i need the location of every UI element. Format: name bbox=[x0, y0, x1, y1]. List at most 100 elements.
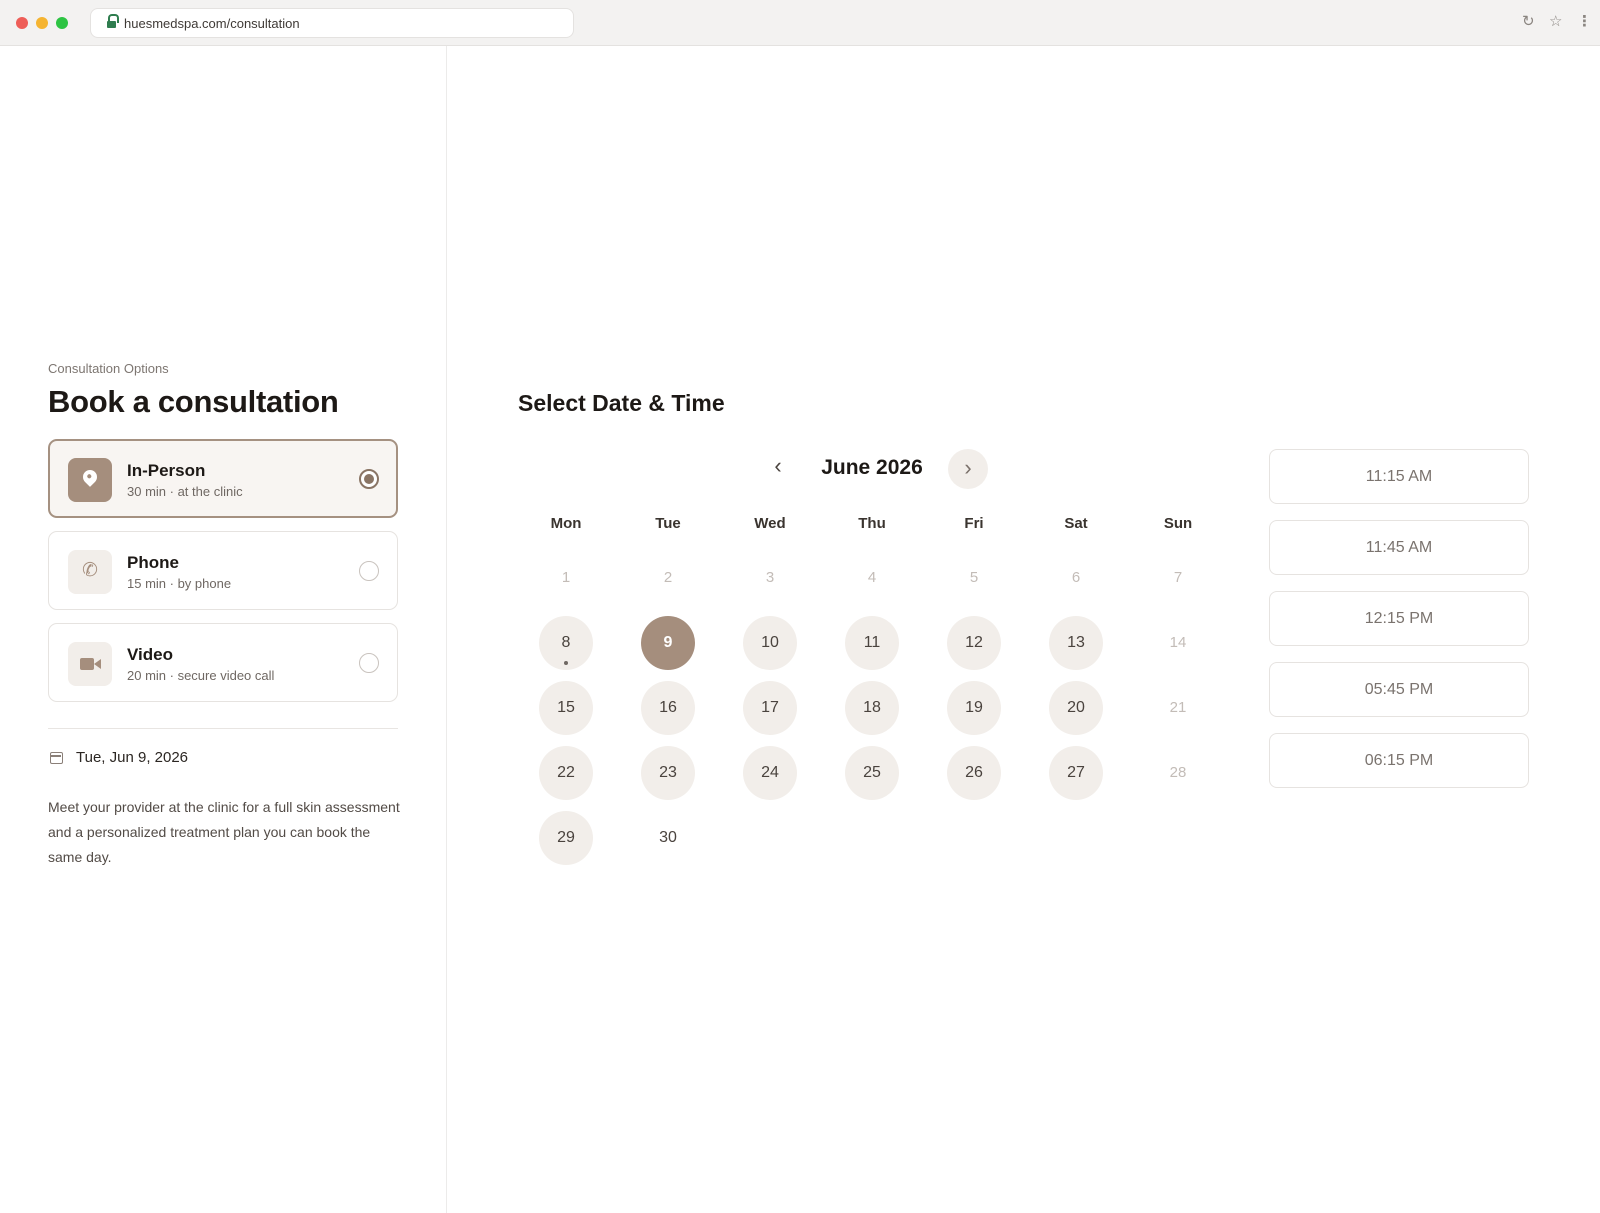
time-slot-button[interactable]: 11:15 AM bbox=[1269, 449, 1529, 504]
today-indicator-dot bbox=[564, 661, 568, 665]
calendar-day[interactable]: 23 bbox=[641, 746, 695, 800]
address-bar[interactable]: huesmedspa.com/consultation bbox=[90, 8, 574, 38]
calendar-day[interactable]: 11 bbox=[845, 616, 899, 670]
day-number: 14 bbox=[1169, 634, 1187, 651]
calendar-day[interactable]: 22 bbox=[539, 746, 593, 800]
option-radio[interactable] bbox=[359, 561, 379, 581]
month-label: June 2026 bbox=[821, 456, 923, 479]
option-video[interactable]: Video 20 min · secure video call bbox=[48, 623, 398, 702]
option-title: Video bbox=[127, 645, 173, 664]
option-description: Meet your provider at the clinic for a f… bbox=[48, 799, 400, 865]
chevron-right-icon: › bbox=[964, 455, 972, 480]
video-camera-icon bbox=[68, 642, 112, 686]
eyebrow-label: Consultation Options bbox=[48, 361, 169, 376]
calendar-day[interactable]: 27 bbox=[1049, 746, 1103, 800]
option-subtitle: 20 min · secure video call bbox=[127, 668, 275, 683]
calendar-day[interactable]: 19 bbox=[947, 681, 1001, 735]
day-number: 26 bbox=[965, 764, 983, 781]
day-number: 11 bbox=[863, 634, 881, 651]
option-phone[interactable]: ✆ Phone 15 min · by phone bbox=[48, 531, 398, 610]
day-number: 16 bbox=[659, 699, 677, 716]
consultation-options-panel: Consultation Options Book a consultation… bbox=[0, 46, 447, 1213]
divider bbox=[48, 728, 398, 729]
day-number: 24 bbox=[761, 764, 779, 781]
calendar-icon bbox=[50, 752, 63, 764]
day-number: 22 bbox=[557, 764, 575, 781]
browser-toolbar: huesmedspa.com/consultation ↻ ☆ ⋮ bbox=[0, 0, 1600, 46]
day-number: 29 bbox=[557, 829, 575, 846]
calendar-day: 14 bbox=[1151, 616, 1205, 670]
calendar-day[interactable]: 10 bbox=[743, 616, 797, 670]
minimize-window-dot[interactable] bbox=[36, 17, 48, 29]
calendar-day: 4 bbox=[845, 551, 899, 605]
calendar-day[interactable]: 16 bbox=[641, 681, 695, 735]
calendar-day[interactable]: 18 bbox=[845, 681, 899, 735]
option-in-person[interactable]: In-Person 30 min · at the clinic bbox=[48, 439, 398, 518]
time-slot-button[interactable]: 12:15 PM bbox=[1269, 591, 1529, 646]
reload-icon[interactable]: ↻ bbox=[1522, 13, 1535, 31]
weekday-label: Thu bbox=[858, 515, 886, 532]
day-number: 12 bbox=[965, 634, 983, 651]
weekday-label: Fri bbox=[964, 515, 984, 532]
calendar-day-selected[interactable]: 9 bbox=[641, 616, 695, 670]
next-month-button[interactable]: › bbox=[948, 449, 988, 489]
day-number: 25 bbox=[863, 764, 881, 781]
page-title: Book a consultation bbox=[48, 384, 339, 419]
calendar-day: 7 bbox=[1151, 551, 1205, 605]
day-number: 4 bbox=[867, 569, 877, 586]
day-number: 21 bbox=[1169, 699, 1187, 716]
calendar-day: 21 bbox=[1151, 681, 1205, 735]
calendar-day: 2 bbox=[641, 551, 695, 605]
calendar-day[interactable]: 20 bbox=[1049, 681, 1103, 735]
day-number: 20 bbox=[1067, 699, 1085, 716]
lock-icon bbox=[107, 14, 119, 29]
calendar-day: 6 bbox=[1049, 551, 1103, 605]
day-number: 8 bbox=[561, 634, 571, 651]
weekday-label: Sat bbox=[1064, 515, 1088, 532]
day-number: 2 bbox=[663, 569, 673, 586]
calendar-day[interactable]: 12 bbox=[947, 616, 1001, 670]
star-icon[interactable]: ☆ bbox=[1549, 13, 1562, 31]
time-slot-button[interactable]: 11:45 AM bbox=[1269, 520, 1529, 575]
time-slot-button[interactable]: 06:15 PM bbox=[1269, 733, 1529, 788]
day-number: 19 bbox=[965, 699, 983, 716]
selected-date: Tue, Jun 9, 2026 bbox=[76, 749, 189, 766]
kebab-menu-icon[interactable]: ⋮ bbox=[1577, 13, 1592, 31]
option-radio[interactable] bbox=[359, 653, 379, 673]
calendar-day[interactable]: 17 bbox=[743, 681, 797, 735]
calendar-day: 3 bbox=[743, 551, 797, 605]
location-pin-icon bbox=[68, 458, 112, 502]
url-text: huesmedspa.com/consultation bbox=[124, 16, 300, 31]
day-number: 30 bbox=[659, 829, 677, 846]
calendar-day[interactable]: 24 bbox=[743, 746, 797, 800]
time-slot-button[interactable]: 05:45 PM bbox=[1269, 662, 1529, 717]
calendar-day: 28 bbox=[1151, 746, 1205, 800]
day-number: 13 bbox=[1067, 634, 1085, 651]
weekday-label: Wed bbox=[754, 515, 786, 532]
day-number: 6 bbox=[1071, 569, 1081, 586]
calendar-day[interactable]: 29 bbox=[539, 811, 593, 865]
day-number: 10 bbox=[761, 634, 779, 651]
calendar-day[interactable]: 26 bbox=[947, 746, 1001, 800]
calendar-day[interactable]: 13 bbox=[1049, 616, 1103, 670]
day-number: 3 bbox=[765, 569, 775, 586]
section-title: Select Date & Time bbox=[518, 390, 725, 416]
day-number: 15 bbox=[557, 699, 575, 716]
calendar-day: 1 bbox=[539, 551, 593, 605]
calendar-day[interactable]: 25 bbox=[845, 746, 899, 800]
option-subtitle: 30 min · at the clinic bbox=[127, 484, 243, 499]
phone-icon: ✆ bbox=[68, 550, 112, 594]
option-radio[interactable] bbox=[359, 469, 379, 489]
day-number: 23 bbox=[659, 764, 677, 781]
calendar-day[interactable]: 8 bbox=[539, 616, 593, 670]
close-window-dot[interactable] bbox=[16, 17, 28, 29]
day-number: 27 bbox=[1067, 764, 1085, 781]
maximize-window-dot[interactable] bbox=[56, 17, 68, 29]
option-title: Phone bbox=[127, 553, 179, 572]
day-number: 9 bbox=[663, 634, 673, 651]
option-subtitle: 15 min · by phone bbox=[127, 576, 232, 591]
day-number: 18 bbox=[863, 699, 881, 716]
option-title: In-Person bbox=[127, 461, 206, 480]
day-number: 7 bbox=[1173, 569, 1183, 586]
calendar-day[interactable]: 15 bbox=[539, 681, 593, 735]
